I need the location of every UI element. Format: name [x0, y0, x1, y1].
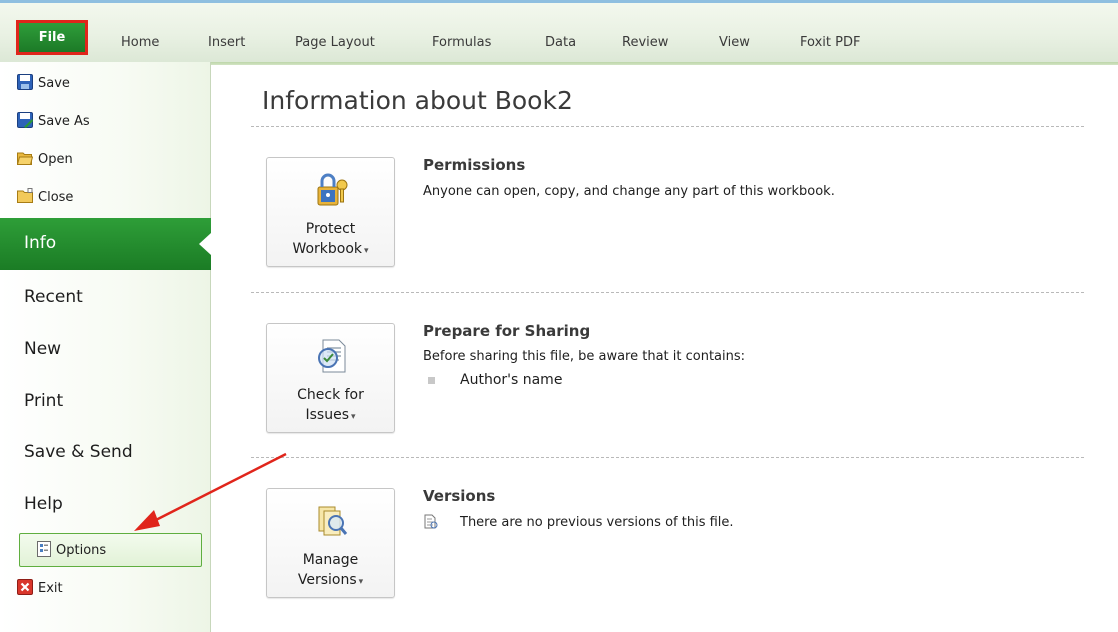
tab-insert[interactable]: Insert: [208, 35, 245, 50]
protect-label-line1: Protect: [305, 221, 356, 237]
dropdown-arrow-icon: ▾: [358, 577, 364, 587]
options-command[interactable]: Options: [37, 539, 107, 561]
close-folder-icon: [17, 188, 33, 203]
dropdown-arrow-icon: ▾: [350, 412, 356, 422]
options-label: Options: [56, 542, 107, 558]
permissions-text: Anyone can open, copy, and change any pa…: [423, 184, 835, 199]
save-as-command[interactable]: Save As: [17, 110, 90, 132]
author-name-item: Author's name: [460, 372, 563, 388]
tab-data[interactable]: Data: [545, 35, 576, 50]
save-as-icon: [17, 112, 33, 128]
versions-icon: [318, 506, 348, 536]
tab-foxit-pdf[interactable]: Foxit PDF: [800, 35, 860, 50]
check-for-issues-button[interactable]: Check for Issues ▾: [266, 323, 395, 433]
close-command[interactable]: Close: [17, 186, 74, 208]
nav-new[interactable]: New: [24, 339, 61, 359]
tab-home[interactable]: Home: [121, 35, 159, 50]
lock-key-icon: [317, 173, 348, 206]
selection-pointer: [199, 233, 211, 255]
save-icon: [17, 74, 33, 90]
prepare-sharing-text: Before sharing this file, be aware that …: [423, 349, 746, 364]
save-command[interactable]: Save: [17, 72, 70, 94]
nav-info-label: Info: [24, 233, 57, 253]
prepare-sharing-heading: Prepare for Sharing: [423, 322, 591, 340]
tab-file[interactable]: File: [16, 20, 88, 55]
permissions-heading: Permissions: [423, 156, 526, 174]
check-label-line1: Check for: [297, 387, 364, 403]
nav-recent[interactable]: Recent: [24, 287, 83, 307]
check-document-icon: [318, 339, 346, 373]
annotation-arrow: [134, 452, 287, 531]
tab-formulas[interactable]: Formulas: [432, 35, 491, 50]
page-title: Information about Book2: [262, 86, 573, 115]
tab-review[interactable]: Review: [622, 35, 668, 50]
options-icon: [37, 541, 51, 557]
dropdown-arrow-icon: ▾: [364, 246, 369, 256]
manage-label-line1: Manage: [302, 552, 359, 568]
close-label: Close: [38, 189, 74, 205]
tab-view[interactable]: View: [719, 35, 750, 50]
backstage-nav: Save Save As Open Close Info Recent New …: [0, 62, 211, 632]
nav-info-selected[interactable]: Info: [0, 218, 211, 270]
section-divider: [251, 457, 1084, 458]
exit-icon: [17, 579, 33, 595]
nav-print[interactable]: Print: [24, 391, 63, 411]
protect-label-line2: Workbook ▾: [292, 241, 369, 257]
exit-command[interactable]: Exit: [17, 577, 63, 599]
exit-label: Exit: [38, 580, 63, 596]
section-divider: [251, 292, 1084, 293]
nav-save-send[interactable]: Save & Send: [24, 442, 133, 462]
open-label: Open: [38, 151, 73, 167]
versions-heading: Versions: [423, 487, 496, 505]
save-as-label: Save As: [38, 113, 90, 129]
versions-text: There are no previous versions of this f…: [460, 515, 734, 530]
save-label: Save: [38, 75, 70, 91]
tab-page-layout[interactable]: Page Layout: [295, 35, 375, 50]
ribbon-tab-bar: File Home Insert Page Layout Formulas Da…: [0, 0, 1118, 65]
version-document-icon: [424, 514, 438, 529]
check-label-line2: Issues ▾: [305, 407, 356, 423]
nav-help[interactable]: Help: [24, 494, 63, 514]
open-command[interactable]: Open: [17, 148, 73, 170]
open-folder-icon: [17, 152, 33, 165]
protect-workbook-button[interactable]: Protect Workbook ▾: [266, 157, 395, 267]
bullet-icon: [428, 377, 435, 384]
title-divider: [251, 126, 1084, 127]
manage-label-line2: Versions ▾: [297, 572, 364, 588]
tab-file-label: File: [38, 30, 66, 45]
